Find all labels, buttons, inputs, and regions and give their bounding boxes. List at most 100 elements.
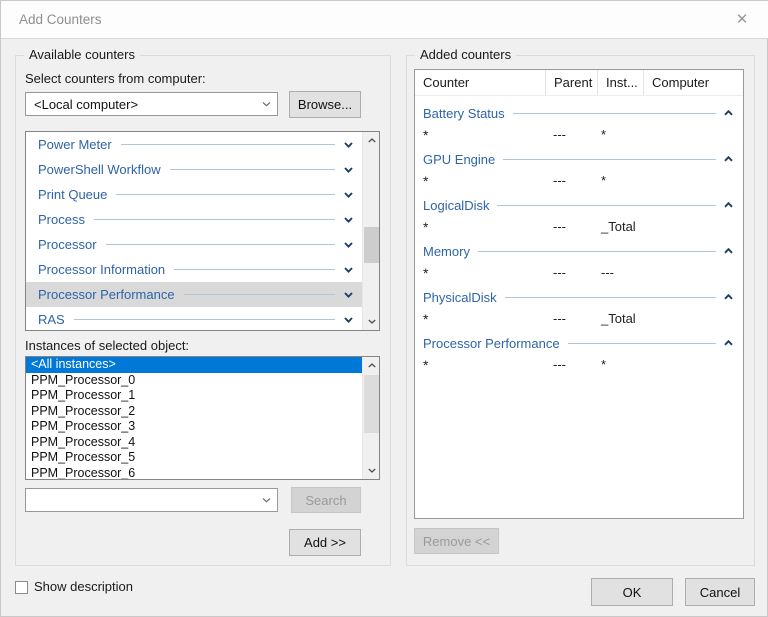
column-header-counter[interactable]: Counter: [415, 75, 545, 90]
separator-line: [497, 204, 716, 206]
title-bar: Add Counters ✕: [1, 1, 768, 39]
browse-button[interactable]: Browse...: [289, 91, 361, 118]
counter-cell: *: [423, 357, 429, 373]
chevron-down-icon[interactable]: [344, 266, 353, 273]
select-computer-label: Select counters from computer:: [25, 71, 206, 86]
counter-group-header[interactable]: Memory: [415, 238, 743, 264]
chevron-down-icon[interactable]: [344, 141, 353, 148]
chevron-up-icon[interactable]: [724, 248, 733, 254]
chevron-down-icon[interactable]: [344, 241, 353, 248]
instance-list-item[interactable]: PPM_Processor_3: [26, 419, 362, 435]
counter-name: Processor Performance: [38, 287, 175, 302]
counter-group: LogicalDisk * --- _Total: [415, 192, 743, 238]
separator-line: [503, 158, 716, 160]
counter-list-item[interactable]: Processor: [26, 232, 362, 257]
counter-group-header[interactable]: PhysicalDisk: [415, 284, 743, 310]
instance-list-item[interactable]: PPM_Processor_6: [26, 466, 362, 480]
counter-list-item[interactable]: Process: [26, 207, 362, 232]
counter-row[interactable]: * --- ---: [415, 264, 743, 284]
search-combo[interactable]: [25, 488, 278, 512]
counter-list-item[interactable]: Print Queue: [26, 182, 362, 207]
counter-row[interactable]: * --- *: [415, 356, 743, 376]
column-header-computer[interactable]: Computer: [643, 70, 743, 95]
scroll-up-icon[interactable]: [363, 132, 379, 149]
separator-line: [120, 144, 335, 145]
instances-listbox[interactable]: <All instances> PPM_Processor_0 PPM_Proc…: [25, 356, 380, 480]
chevron-down-icon[interactable]: [255, 497, 277, 503]
counter-group: Battery Status * --- *: [415, 100, 743, 146]
separator-line: [73, 319, 335, 320]
counter-list-item[interactable]: PowerShell Workflow: [26, 157, 362, 182]
close-icon[interactable]: ✕: [725, 1, 759, 39]
instance-name: PPM_Processor_4: [31, 434, 136, 449]
search-button[interactable]: Search: [291, 487, 361, 513]
added-counters-table[interactable]: Counter Parent Inst... Computer Battery …: [414, 69, 744, 519]
instances-cell: ---: [601, 265, 614, 280]
counter-group-name: Processor Performance: [423, 335, 560, 351]
chevron-down-icon[interactable]: [344, 191, 353, 198]
instance-list-item[interactable]: PPM_Processor_2: [26, 404, 362, 420]
parent-cell: ---: [553, 219, 566, 234]
instances-scrollbar[interactable]: [362, 357, 379, 479]
instance-list-item[interactable]: PPM_Processor_1: [26, 388, 362, 404]
remove-button[interactable]: Remove <<: [414, 528, 499, 554]
ok-button[interactable]: OK: [591, 578, 673, 606]
computer-combo[interactable]: <Local computer>: [25, 92, 278, 116]
separator-line: [477, 250, 716, 252]
scrollbar-thumb[interactable]: [364, 227, 379, 263]
counter-row[interactable]: * --- *: [415, 126, 743, 146]
counters-list: Power Meter PowerShell Workflow Print Qu…: [26, 132, 362, 330]
instance-name: PPM_Processor_6: [31, 465, 136, 480]
show-description-checkbox[interactable]: [15, 581, 28, 594]
chevron-down-icon[interactable]: [344, 216, 353, 223]
chevron-down-icon[interactable]: [344, 166, 353, 173]
counters-scrollbar[interactable]: [362, 132, 379, 330]
counters-listbox[interactable]: Power Meter PowerShell Workflow Print Qu…: [25, 131, 380, 331]
chevron-up-icon[interactable]: [724, 340, 733, 346]
column-header-inst[interactable]: Inst...: [597, 70, 643, 95]
counter-name: PowerShell Workflow: [38, 162, 161, 177]
counter-row[interactable]: * --- _Total: [415, 310, 743, 330]
counter-list-item[interactable]: Power Meter: [26, 132, 362, 157]
instances-cell: *: [601, 127, 607, 142]
counter-cell: *: [423, 219, 429, 235]
instances-cell: _Total: [601, 219, 636, 234]
chevron-up-icon[interactable]: [724, 202, 733, 208]
counter-cell: *: [423, 265, 429, 281]
scroll-up-icon[interactable]: [363, 357, 379, 374]
instance-list-item[interactable]: PPM_Processor_0: [26, 373, 362, 389]
counter-group-header[interactable]: GPU Engine: [415, 146, 743, 172]
instance-list-item[interactable]: PPM_Processor_4: [26, 435, 362, 451]
chevron-down-icon[interactable]: [255, 101, 277, 107]
counter-group-header[interactable]: Battery Status: [415, 100, 743, 126]
counter-group: Memory * --- ---: [415, 238, 743, 284]
counter-row[interactable]: * --- *: [415, 172, 743, 192]
counter-cell: *: [423, 173, 429, 189]
instance-name: PPM_Processor_1: [31, 388, 136, 402]
separator-line: [169, 169, 335, 170]
scrollbar-thumb[interactable]: [364, 375, 379, 433]
counter-name: RAS: [38, 312, 65, 327]
instances-cell: *: [601, 357, 607, 372]
chevron-down-icon[interactable]: [344, 291, 353, 298]
parent-cell: ---: [553, 127, 566, 142]
counter-group-name: Memory: [423, 243, 470, 259]
chevron-up-icon[interactable]: [724, 294, 733, 300]
add-button[interactable]: Add >>: [289, 529, 361, 556]
instance-list-item[interactable]: <All instances>: [26, 357, 362, 373]
chevron-up-icon[interactable]: [724, 156, 733, 162]
column-header-parent[interactable]: Parent: [545, 70, 597, 95]
chevron-down-icon[interactable]: [344, 316, 353, 323]
scroll-down-icon[interactable]: [363, 462, 379, 479]
counter-group-header[interactable]: LogicalDisk: [415, 192, 743, 218]
instance-list-item[interactable]: PPM_Processor_5: [26, 450, 362, 466]
counter-list-item[interactable]: RAS: [26, 307, 362, 330]
cancel-button[interactable]: Cancel: [685, 578, 755, 606]
chevron-up-icon[interactable]: [724, 110, 733, 116]
counter-list-item[interactable]: Processor Performance: [26, 282, 362, 307]
counter-row[interactable]: * --- _Total: [415, 218, 743, 238]
scroll-down-icon[interactable]: [363, 313, 379, 330]
counter-group-header[interactable]: Processor Performance: [415, 330, 743, 356]
counter-list-item[interactable]: Processor Information: [26, 257, 362, 282]
instances-list: <All instances> PPM_Processor_0 PPM_Proc…: [26, 357, 362, 479]
